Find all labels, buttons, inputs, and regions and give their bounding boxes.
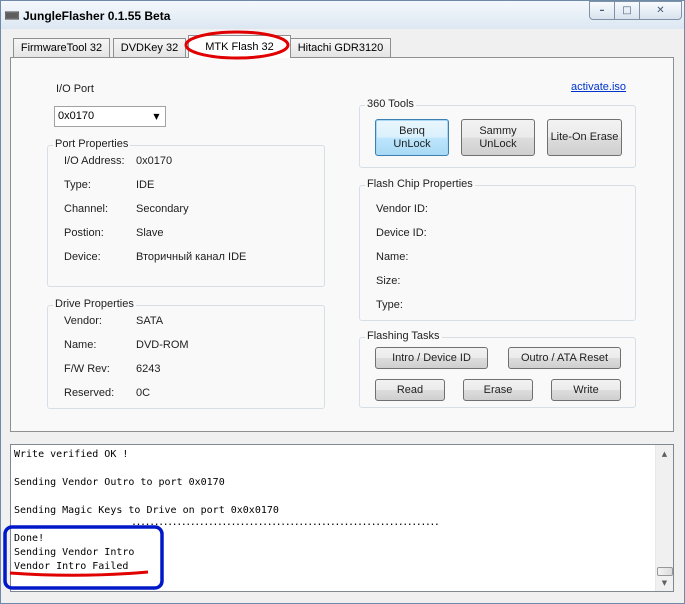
reserved-label: Reserved:	[64, 387, 115, 399]
maximize-icon: □	[622, 5, 632, 16]
type-label: Type:	[64, 179, 91, 191]
erase-button[interactable]: Erase	[463, 379, 533, 401]
channel-value: Secondary	[136, 203, 189, 215]
intro-device-id-button[interactable]: Intro / Device ID	[375, 347, 488, 369]
tab-mtk-flash[interactable]: MTK Flash 32	[188, 35, 291, 58]
benq-unlock-button[interactable]: Benq UnLock	[375, 119, 449, 156]
name-value: DVD-ROM	[136, 339, 189, 351]
position-value: Slave	[136, 227, 164, 239]
scroll-down-icon[interactable]: ▼	[656, 574, 673, 591]
tab-firmwaretool[interactable]: FirmwareTool 32	[13, 38, 110, 57]
io-address-label: I/O Address:	[64, 155, 125, 167]
io-address-value: 0x0170	[136, 155, 173, 167]
lite-on-erase-button[interactable]: Lite-On Erase	[547, 119, 622, 156]
app-icon	[5, 11, 19, 20]
window-title: JungleFlasher 0.1.55 Beta	[23, 9, 171, 23]
log-scrollbar[interactable]: ▲ ▼	[655, 445, 673, 591]
port-properties-title: Port Properties	[53, 138, 131, 150]
tab-hitachi[interactable]: Hitachi GDR3120	[290, 38, 391, 57]
device-id-label: Device ID:	[376, 227, 427, 239]
chevron-down-icon[interactable]: ▼	[148, 107, 165, 126]
read-button[interactable]: Read	[375, 379, 445, 401]
title-bar[interactable]: JungleFlasher 0.1.55 Beta – □ ✕	[1, 1, 684, 29]
chip-size-label: Size:	[376, 275, 401, 287]
tab-dvdkey[interactable]: DVDKey 32	[113, 38, 186, 57]
log-line: Sending Vendor Outro to port 0x0170	[14, 477, 225, 488]
fw-rev-value: 6243	[136, 363, 161, 375]
log-line: ........................................…	[131, 517, 440, 528]
chip-type-label: Type:	[376, 299, 403, 311]
reserved-value: 0C	[136, 387, 151, 399]
log-line: Sending Magic Keys to Drive on port 0x0x…	[14, 505, 279, 516]
io-port-dropdown[interactable]: 0x0170 ▼	[54, 106, 166, 127]
maximize-button[interactable]: □	[614, 1, 640, 20]
drive-properties-title: Drive Properties	[53, 298, 136, 310]
close-icon: ✕	[656, 5, 665, 16]
io-port-value: 0x0170	[58, 110, 95, 122]
flash-chip-title: Flash Chip Properties	[365, 178, 475, 190]
name-label: Name:	[64, 339, 97, 351]
type-value: IDE	[136, 179, 155, 191]
minimize-button[interactable]: –	[589, 1, 615, 20]
device-value: Вторичный канал IDE	[136, 251, 247, 263]
log-line: Vendor Intro Failed	[14, 561, 129, 572]
flashing-tasks-title: Flashing Tasks	[365, 330, 442, 342]
scroll-up-icon[interactable]: ▲	[656, 445, 673, 462]
vendor-value: SATA	[136, 315, 164, 327]
write-button[interactable]: Write	[551, 379, 621, 401]
log-output[interactable]: Write verified OK ! Sending Vendor Outro…	[10, 444, 674, 592]
app-window: JungleFlasher 0.1.55 Beta – □ ✕ Firmware…	[0, 0, 685, 604]
outro-ata-reset-button[interactable]: Outro / ATA Reset	[508, 347, 621, 369]
tools-360-title: 360 Tools	[365, 98, 416, 110]
fw-rev-label: F/W Rev:	[64, 363, 110, 375]
channel-label: Channel:	[64, 203, 109, 215]
minimize-icon: –	[599, 5, 605, 16]
device-label: Device:	[64, 251, 101, 263]
activate-iso-link[interactable]: activate.iso	[571, 81, 626, 93]
io-port-label: I/O Port	[56, 83, 94, 95]
log-line: Sending Vendor Intro	[14, 547, 135, 558]
vendor-id-label: Vendor ID:	[376, 203, 428, 215]
position-label: Postion:	[64, 227, 104, 239]
close-button[interactable]: ✕	[639, 1, 682, 20]
chip-name-label: Name:	[376, 251, 409, 263]
sammy-unlock-button[interactable]: Sammy UnLock	[461, 119, 535, 156]
log-line: Write verified OK !	[14, 449, 129, 460]
vendor-label: Vendor:	[64, 315, 102, 327]
log-line: Done!	[14, 533, 45, 544]
